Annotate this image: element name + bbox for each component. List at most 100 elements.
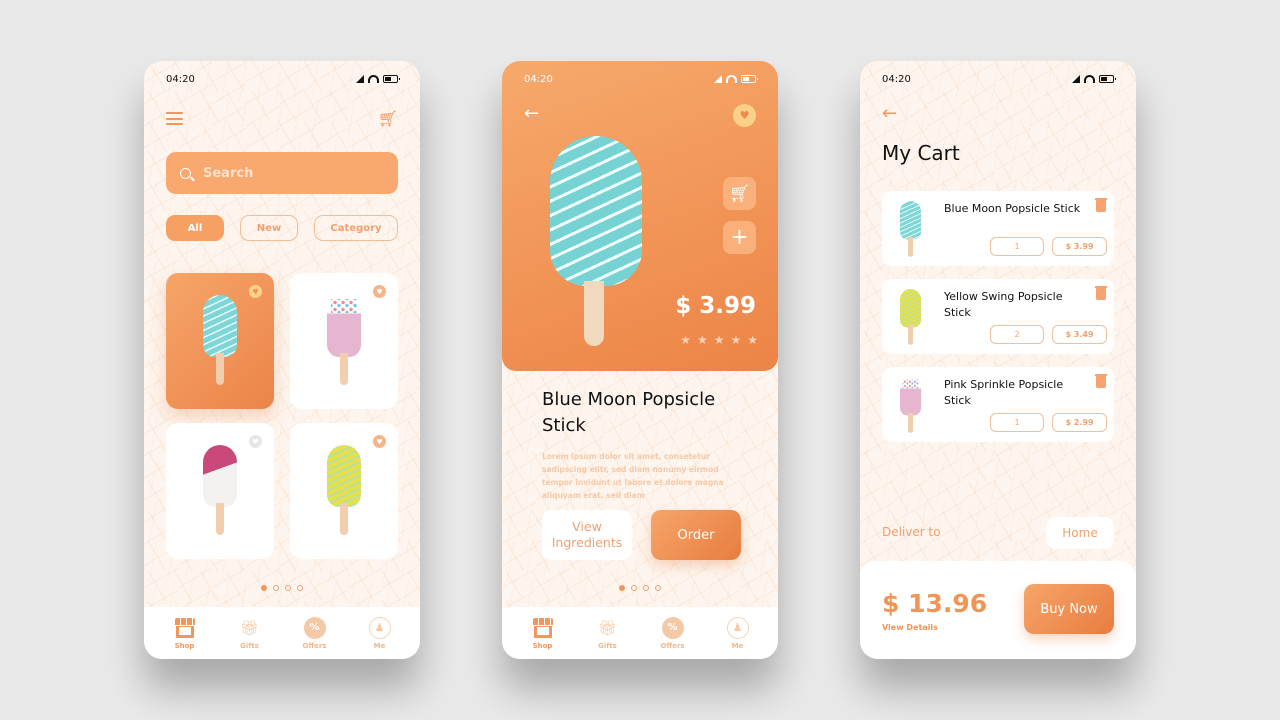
product-price: $ 3.99 xyxy=(675,293,756,319)
cart-item-name: Pink Sprinkle Popsicle Stick xyxy=(944,378,1064,407)
checkout-panel: $ 13.96 View Details Buy Now xyxy=(860,561,1136,659)
page-title: My Cart xyxy=(882,141,960,165)
status-bar: 04:20 xyxy=(144,61,420,97)
favorite-icon[interactable]: ♥ xyxy=(733,104,756,127)
star-icon: ★ xyxy=(730,333,742,347)
add-button[interactable]: + xyxy=(723,221,756,254)
product-card[interactable]: ♥ xyxy=(166,273,274,409)
cart-item-price: $ 2.99 xyxy=(1052,413,1107,432)
wifi-icon xyxy=(368,75,379,83)
page-dot[interactable] xyxy=(643,585,649,591)
signal-icon xyxy=(356,75,364,83)
product-description: Lorem ipsum dolor sit amet, consetetur s… xyxy=(542,452,724,500)
page-dot[interactable] xyxy=(285,585,291,591)
cart-item: Blue Moon Popsicle Stick 1 $ 3.99 xyxy=(882,191,1114,266)
menu-icon[interactable] xyxy=(166,112,183,125)
favorite-icon[interactable]: ♥ xyxy=(249,285,262,298)
page-indicator xyxy=(502,585,778,591)
favorite-icon[interactable]: ♥ xyxy=(249,435,262,448)
product-card[interactable]: ♥ xyxy=(166,423,274,559)
product-hero: 04:20 ← ♥ 🛒︎ + $ 3.99 ★ ★ ★ ★ ★ xyxy=(502,61,778,371)
gift-icon: 🎁︎ xyxy=(239,618,260,637)
signal-icon xyxy=(714,75,722,83)
product-grid: ♥ ♥ ♥ ♥ xyxy=(166,273,398,559)
back-arrow-icon[interactable]: ← xyxy=(524,103,539,124)
tab-me[interactable]: ♟ Me xyxy=(713,616,763,650)
trash-icon[interactable] xyxy=(1095,198,1107,212)
product-card[interactable]: ♥ xyxy=(290,423,398,559)
favorite-icon[interactable]: ♥ xyxy=(373,435,386,448)
wifi-icon xyxy=(726,75,737,83)
favorite-icon[interactable]: ♥ xyxy=(373,285,386,298)
product-card[interactable]: ♥ xyxy=(290,273,398,409)
view-ingredients-button[interactable]: View Ingredients xyxy=(542,510,632,560)
product-detail-screen: 04:20 ← ♥ 🛒︎ + $ 3.99 ★ ★ ★ ★ ★ Blue Moo… xyxy=(502,61,778,659)
battery-icon xyxy=(1099,75,1116,83)
cart-item-name: Yellow Swing Popsicle Stick xyxy=(944,290,1063,319)
filter-category[interactable]: Category xyxy=(314,215,398,241)
page-dot[interactable] xyxy=(297,585,303,591)
popsicle-image xyxy=(327,445,361,537)
rating-stars: ★ ★ ★ ★ ★ xyxy=(680,333,758,347)
page-dot[interactable] xyxy=(631,585,637,591)
search-input[interactable] xyxy=(203,165,383,181)
status-time: 04:20 xyxy=(166,73,195,85)
tab-offers[interactable]: % Offers xyxy=(290,616,340,650)
bottom-tab-bar: Shop 🎁︎ Gifts % Offers ♟ Me xyxy=(144,607,420,659)
quantity-field[interactable]: 1 xyxy=(990,237,1044,256)
filter-new[interactable]: New xyxy=(240,215,298,241)
search-bar[interactable] xyxy=(166,152,398,194)
status-time: 04:20 xyxy=(882,73,911,85)
popsicle-thumbnail xyxy=(900,289,922,346)
cart-icon[interactable]: 🛒︎ xyxy=(378,109,398,128)
star-icon: ★ xyxy=(713,333,725,347)
delivery-address-select[interactable]: Home xyxy=(1046,517,1114,549)
cart-list: Blue Moon Popsicle Stick 1 $ 3.99 Yellow… xyxy=(882,191,1114,442)
cart-icon: 🛒︎ xyxy=(728,183,751,204)
popsicle-thumbnail xyxy=(900,201,922,258)
cart-item-name: Blue Moon Popsicle Stick xyxy=(944,202,1081,215)
quantity-field[interactable]: 2 xyxy=(990,325,1044,344)
popsicle-image xyxy=(327,295,361,387)
offers-icon: % xyxy=(303,616,326,639)
cart-item: Yellow Swing Popsicle Stick 2 $ 3.49 xyxy=(882,279,1114,354)
tab-offers[interactable]: % Offers xyxy=(648,616,698,650)
page-dot[interactable] xyxy=(655,585,661,591)
bottom-tab-bar: Shop 🎁︎ Gifts % Offers ♟ Me xyxy=(502,607,778,659)
popsicle-thumbnail xyxy=(900,377,922,434)
view-details-link[interactable]: View Details xyxy=(882,623,938,632)
filter-chips: All New Category xyxy=(166,215,398,241)
tab-gifts[interactable]: 🎁︎ Gifts xyxy=(225,617,275,650)
user-icon: ♟ xyxy=(368,616,391,639)
page-dot[interactable] xyxy=(261,585,267,591)
buy-now-button[interactable]: Buy Now xyxy=(1024,584,1114,634)
user-icon: ♟ xyxy=(726,616,749,639)
cart-screen: 04:20 ← My Cart Blue Moon Popsicle Stick… xyxy=(860,61,1136,659)
shop-icon xyxy=(174,617,196,639)
tab-shop[interactable]: Shop xyxy=(160,617,210,650)
back-arrow-icon[interactable]: ← xyxy=(882,103,897,124)
add-to-cart-button[interactable]: 🛒︎ xyxy=(723,177,756,210)
status-bar: 04:20 xyxy=(502,61,778,97)
page-indicator xyxy=(144,585,420,591)
tab-me[interactable]: ♟ Me xyxy=(355,616,405,650)
gift-icon: 🎁︎ xyxy=(597,618,618,637)
quantity-field[interactable]: 1 xyxy=(990,413,1044,432)
popsicle-image xyxy=(203,445,237,537)
battery-icon xyxy=(383,75,400,83)
filter-all[interactable]: All xyxy=(166,215,224,241)
page-dot[interactable] xyxy=(273,585,279,591)
wifi-icon xyxy=(1084,75,1095,83)
cart-item: Pink Sprinkle Popsicle Stick 1 $ 2.99 xyxy=(882,367,1114,442)
order-button[interactable]: Order xyxy=(651,510,741,560)
cart-item-price: $ 3.99 xyxy=(1052,237,1107,256)
trash-icon[interactable] xyxy=(1095,286,1107,300)
star-icon: ★ xyxy=(696,333,708,347)
search-icon xyxy=(180,167,191,179)
tab-gifts[interactable]: 🎁︎ Gifts xyxy=(583,617,633,650)
cart-item-price: $ 3.49 xyxy=(1052,325,1107,344)
trash-icon[interactable] xyxy=(1095,374,1107,388)
tab-shop[interactable]: Shop xyxy=(518,617,568,650)
popsicle-image xyxy=(550,136,642,346)
page-dot[interactable] xyxy=(619,585,625,591)
